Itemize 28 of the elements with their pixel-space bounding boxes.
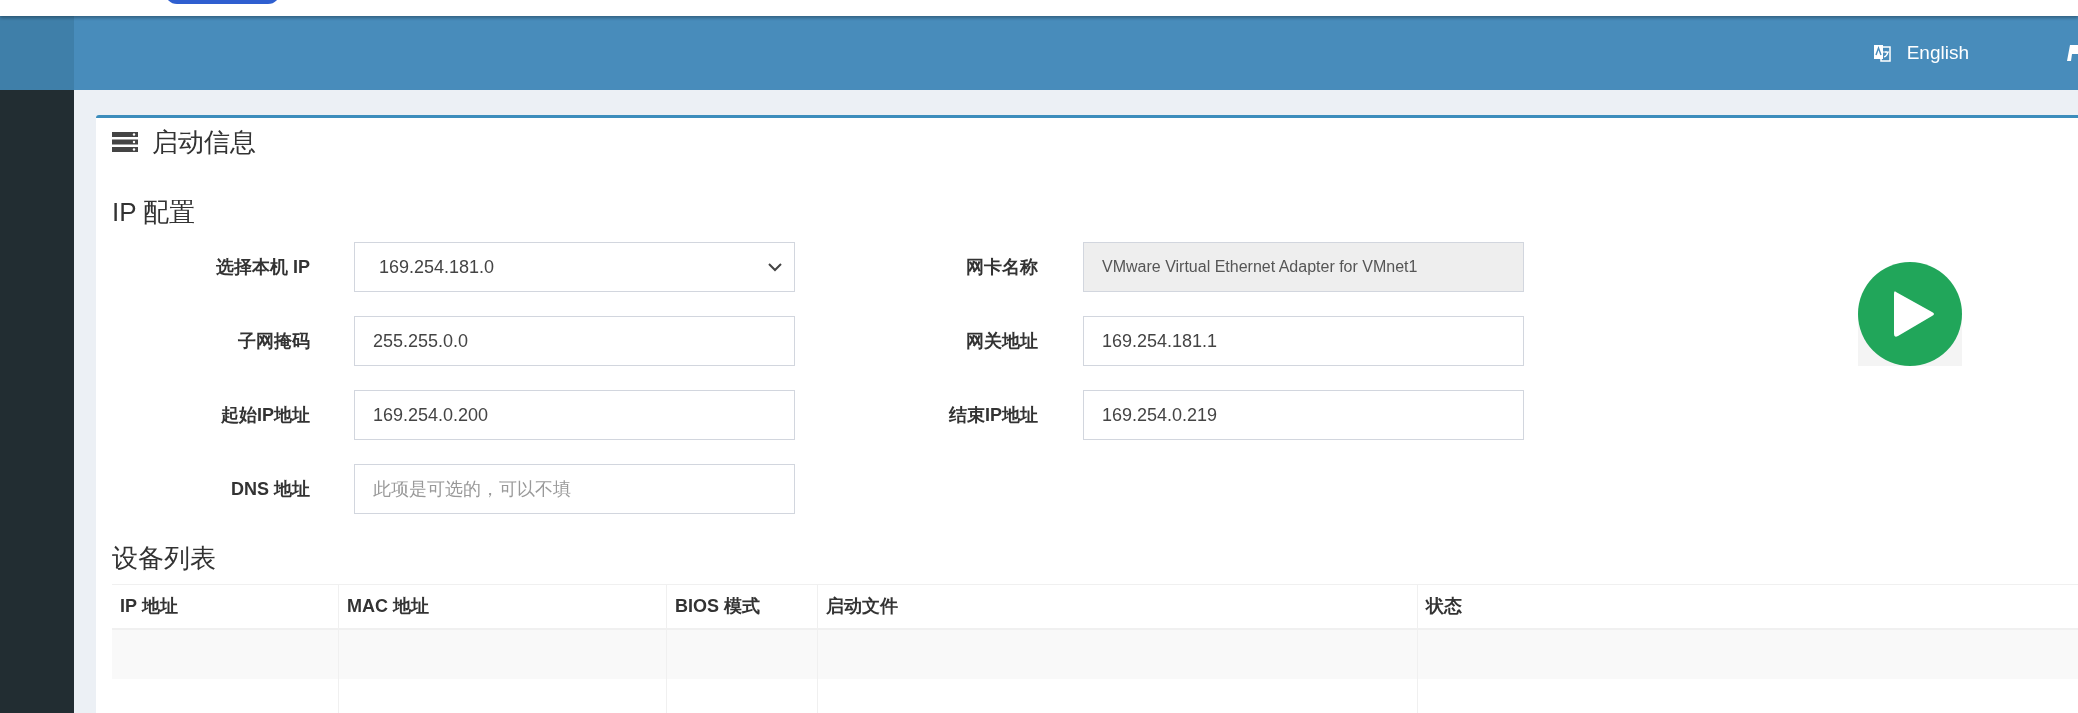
field-label: DNS 地址 xyxy=(231,477,310,501)
column-header: IP 地址 xyxy=(119,595,179,618)
field-label: 起始IP地址 xyxy=(221,403,310,427)
input-field[interactable]: 169.254.0.219 xyxy=(1083,390,1524,440)
input-field[interactable]: 255.255.0.0 xyxy=(354,316,795,366)
column-header: MAC 地址 xyxy=(338,585,666,628)
section-title: IP 配置 xyxy=(112,195,196,229)
translate-icon xyxy=(1872,43,1891,63)
field-label: 结束IP地址 xyxy=(949,403,1038,427)
input-field[interactable]: 169.254.0.200 xyxy=(354,390,795,440)
column-header: BIOS 模式 xyxy=(666,585,817,628)
field-label: 子网掩码 xyxy=(238,329,310,353)
card-title: 启动信息 xyxy=(152,125,256,159)
input-field[interactable]: 169.254.181.1 xyxy=(1083,316,1524,366)
input-field[interactable]: VMware Virtual Ethernet Adapter for VMnet1 xyxy=(1083,242,1524,292)
language-link[interactable]: English xyxy=(1906,38,1969,68)
chevron-down-icon xyxy=(768,262,782,272)
field-label: 网卡名称 xyxy=(966,255,1038,279)
server-icon xyxy=(112,132,138,152)
section-title: 设备列表 xyxy=(112,541,216,575)
column-header: 启动文件 xyxy=(817,585,1417,628)
partial-icon xyxy=(2066,43,2078,63)
ip-select[interactable]: 169.254.181.0 xyxy=(354,242,795,292)
play-button[interactable] xyxy=(1858,262,1962,366)
field-label: 网关地址 xyxy=(966,329,1038,353)
field-label: 选择本机 IP xyxy=(216,255,310,279)
input-field[interactable]: 此项是可选的，可以不填 xyxy=(354,464,795,514)
column-header: 状态 xyxy=(1417,585,2078,628)
